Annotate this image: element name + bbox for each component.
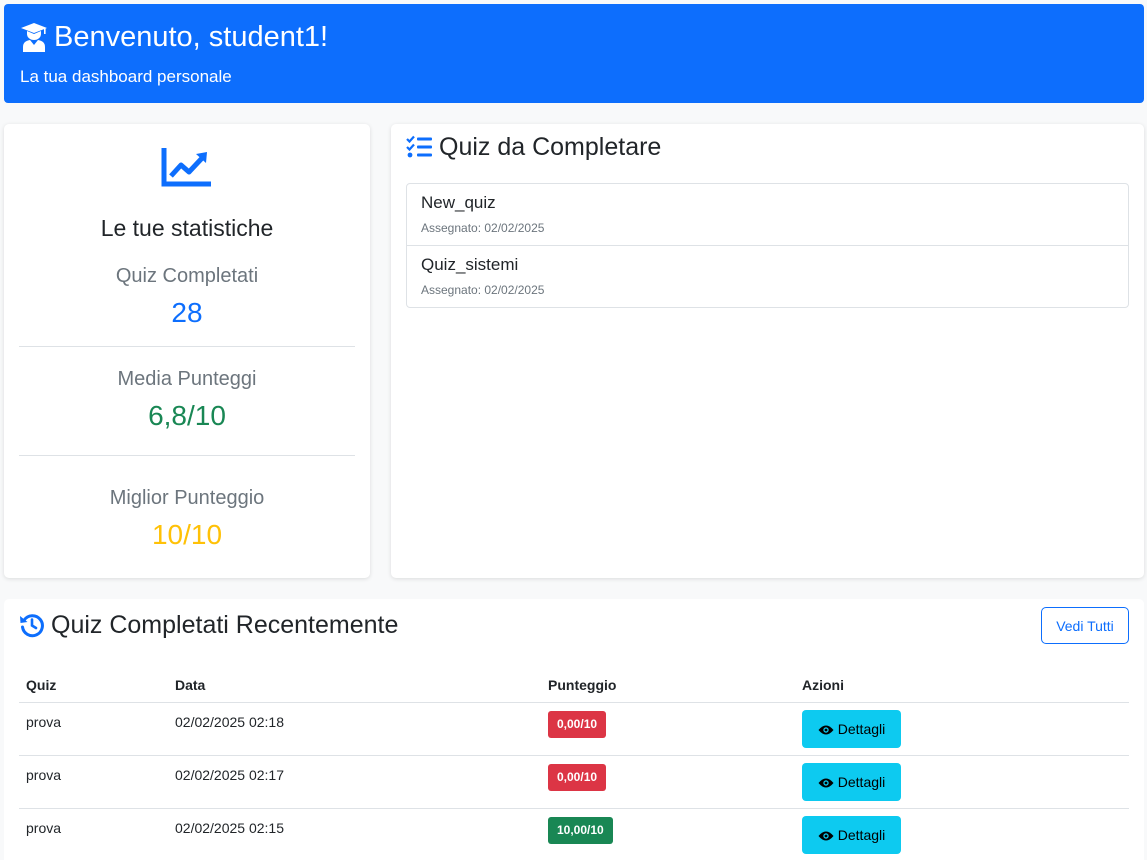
details-button[interactable]: Dettagli bbox=[802, 709, 901, 748]
pending-quizzes-header: Quiz da Completare bbox=[406, 132, 661, 162]
stat-value: 6,8/10 bbox=[148, 400, 226, 431]
pending-quiz-item[interactable]: Quiz_sistemi Assegnato: 02/02/2025 bbox=[407, 246, 1128, 307]
details-label: Dettagli bbox=[837, 773, 886, 790]
stat-best-score: Miglior Punteggio 10/10 bbox=[19, 456, 355, 552]
column-header-quiz: Quiz bbox=[19, 669, 168, 703]
chart-line-icon bbox=[161, 146, 213, 188]
pending-quizzes-card: Quiz da Completare New_quiz Assegnato: 0… bbox=[391, 124, 1144, 578]
score-badge: 0,00/10 bbox=[548, 763, 607, 791]
column-header-actions: Azioni bbox=[795, 669, 1129, 703]
details-button[interactable]: Dettagli bbox=[802, 815, 901, 854]
stat-value: 10/10 bbox=[151, 519, 223, 550]
pending-quizzes-title: Quiz da Completare bbox=[439, 133, 662, 161]
cell-date: 02/02/2025 02:18 bbox=[168, 702, 541, 756]
column-header-date: Data bbox=[168, 669, 541, 703]
eye-icon bbox=[818, 829, 834, 841]
stat-average-score: Media Punteggi 6,8/10 bbox=[19, 347, 355, 456]
cell-score: 0,00/10 bbox=[541, 755, 795, 809]
stat-label: Media Punteggi bbox=[117, 368, 257, 390]
recent-quizzes-card: Quiz Completati Recentemente Vedi Tutti … bbox=[4, 599, 1144, 860]
stat-label: Miglior Punteggio bbox=[109, 487, 265, 509]
cell-score: 10,00/10 bbox=[541, 808, 795, 860]
cell-actions: Dettagli bbox=[795, 755, 1129, 809]
stats-title: Le tue statistiche bbox=[100, 215, 274, 241]
table-header-row: Quiz Data Punteggio Azioni bbox=[19, 669, 1129, 703]
cell-date: 02/02/2025 02:15 bbox=[168, 808, 541, 860]
score-badge: 0,00/10 bbox=[548, 710, 607, 738]
table-row: prova 02/02/2025 02:18 0,00/10 Dettagli bbox=[19, 702, 1129, 756]
details-button[interactable]: Dettagli bbox=[802, 762, 901, 801]
eye-icon bbox=[818, 776, 834, 788]
cell-quiz: prova bbox=[19, 755, 168, 809]
graduate-icon bbox=[20, 22, 48, 52]
welcome-title: Benvenuto, student1! bbox=[54, 21, 329, 53]
recent-quizzes-table: Quiz Data Punteggio Azioni prova 02/02/2… bbox=[19, 669, 1129, 860]
table-row: prova 02/02/2025 02:17 0,00/10 Dettagli bbox=[19, 755, 1129, 809]
cell-score: 0,00/10 bbox=[541, 702, 795, 756]
cell-actions: Dettagli bbox=[795, 808, 1129, 860]
history-icon bbox=[19, 612, 45, 638]
stat-label: Quiz Completati bbox=[115, 265, 259, 287]
quiz-assigned-date: Assegnato: 02/02/2025 bbox=[421, 283, 545, 297]
column-header-score: Punteggio bbox=[541, 669, 795, 703]
quiz-name: Quiz_sistemi bbox=[421, 255, 519, 274]
pending-quiz-item[interactable]: New_quiz Assegnato: 02/02/2025 bbox=[407, 184, 1128, 246]
quiz-assigned-date: Assegnato: 02/02/2025 bbox=[421, 221, 545, 235]
cell-actions: Dettagli bbox=[795, 702, 1129, 756]
recent-quizzes-header: Quiz Completati Recentemente bbox=[19, 610, 398, 640]
cell-date: 02/02/2025 02:17 bbox=[168, 755, 541, 809]
tasks-icon bbox=[406, 135, 432, 159]
eye-icon bbox=[818, 723, 834, 735]
header-title-row: Benvenuto, student1! bbox=[20, 20, 1128, 54]
cell-quiz: prova bbox=[19, 702, 168, 756]
details-label: Dettagli bbox=[837, 826, 886, 843]
pending-quiz-list: New_quiz Assegnato: 02/02/2025 Quiz_sist… bbox=[406, 183, 1129, 308]
stat-quiz-completed: Quiz Completati 28 bbox=[19, 242, 355, 347]
view-all-button[interactable]: Vedi Tutti bbox=[1041, 607, 1129, 644]
stats-card: Le tue statistiche Quiz Completati 28 Me… bbox=[4, 124, 370, 578]
details-label: Dettagli bbox=[837, 720, 886, 737]
recent-quizzes-title: Quiz Completati Recentemente bbox=[51, 611, 399, 639]
welcome-subtitle: La tua dashboard personale bbox=[20, 67, 232, 86]
cell-quiz: prova bbox=[19, 808, 168, 860]
welcome-header: Benvenuto, student1! La tua dashboard pe… bbox=[4, 4, 1144, 103]
score-badge: 10,00/10 bbox=[548, 816, 613, 844]
table-row: prova 02/02/2025 02:15 10,00/10 Dettagli bbox=[19, 808, 1129, 860]
stat-value: 28 bbox=[171, 297, 203, 328]
quiz-name: New_quiz bbox=[421, 193, 496, 212]
